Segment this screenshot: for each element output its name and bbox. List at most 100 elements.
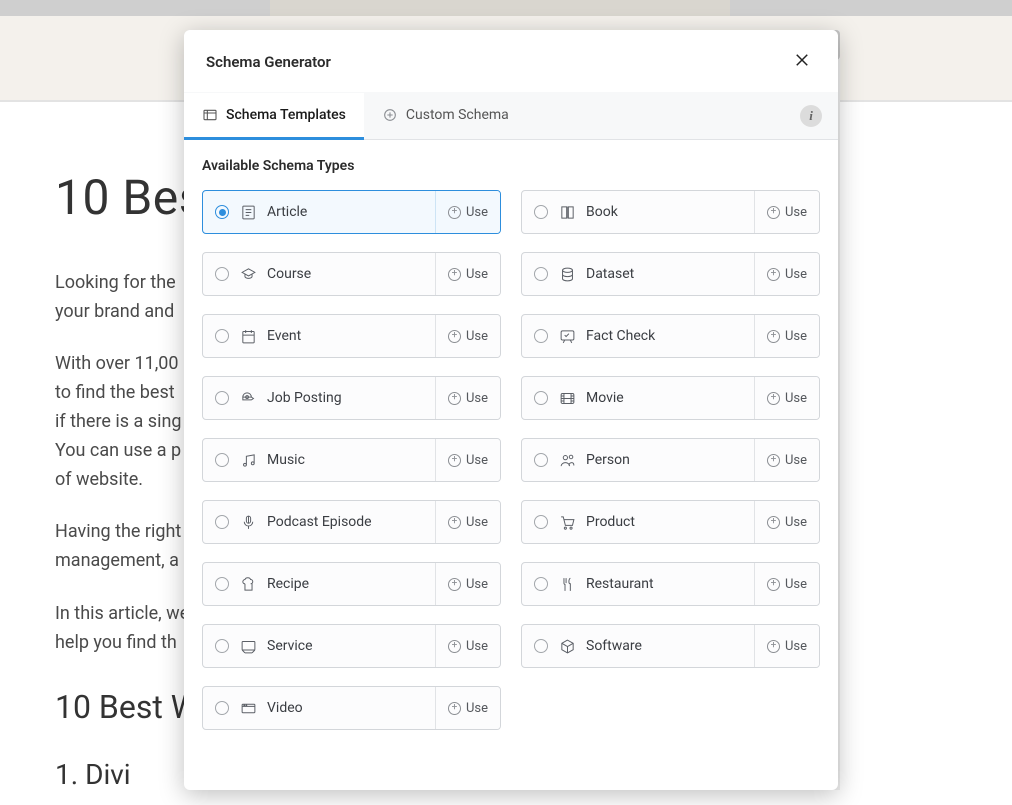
product-icon [558,513,576,531]
schema-card-software: SoftwareUse [521,624,820,668]
modal-title: Schema Generator [206,53,331,71]
video-icon [239,699,257,717]
plus-circle-icon [767,392,780,405]
bg-text: if there is a sing [55,411,182,432]
plus-circle-icon [448,454,461,467]
tab-label: Schema Templates [226,107,346,123]
use-button-product[interactable]: Use [754,501,819,543]
event-icon [239,327,257,345]
schema-select-factcheck[interactable]: Fact Check [522,315,754,357]
bg-text: to find the best [55,382,175,403]
use-button-movie[interactable]: Use [754,377,819,419]
plus-circle-icon [448,268,461,281]
plus-circle-icon [767,578,780,591]
info-icon: i [809,108,813,124]
schema-card-job: Job Posting Use [202,376,501,420]
use-button-factcheck[interactable]: Use [754,315,819,357]
schema-card-music: Music Use [202,438,501,482]
schema-select-podcast[interactable]: Podcast Episode [203,501,435,543]
use-button-course[interactable]: Use [435,253,500,295]
radio-icon [215,453,229,467]
radio-icon [215,391,229,405]
schema-select-course[interactable]: Course [203,253,435,295]
plus-circle-icon [767,454,780,467]
use-button-job[interactable]: Use [435,377,500,419]
modal-body: Available Schema Types ArticleUseBookUse… [184,140,838,790]
use-button-book[interactable]: Use [754,191,819,233]
schema-grid: ArticleUseBookUseCourseUseDatasetUseEven… [202,190,820,730]
schema-select-video[interactable]: Video [203,687,435,729]
use-button-software[interactable]: Use [754,625,819,667]
schema-select-software[interactable]: Software [522,625,754,667]
bg-text: With over 11,00 [55,353,178,374]
schema-select-person[interactable]: Person [522,439,754,481]
close-icon [793,51,811,73]
radio-icon [534,205,548,219]
plus-circle-icon [767,640,780,653]
factcheck-icon [558,327,576,345]
schema-select-recipe[interactable]: Recipe [203,563,435,605]
radio-icon [534,267,548,281]
plus-circle-icon [767,330,780,343]
schema-select-product[interactable]: Product [522,501,754,543]
dataset-icon [558,265,576,283]
schema-card-podcast: Podcast EpisodeUse [202,500,501,544]
use-label: Use [785,453,807,468]
use-button-person[interactable]: Use [754,439,819,481]
tab-schema-templates[interactable]: Schema Templates [184,93,364,140]
close-button[interactable] [788,48,816,76]
plus-circle-icon [767,268,780,281]
schema-select-restaurant[interactable]: Restaurant [522,563,754,605]
tab-custom-schema[interactable]: Custom Schema [364,93,527,140]
use-button-video[interactable]: Use [435,687,500,729]
schema-label: Movie [586,390,624,406]
schema-card-product: ProductUse [521,500,820,544]
schema-label: Restaurant [586,576,654,592]
use-button-restaurant[interactable]: Use [754,563,819,605]
schema-select-music[interactable]: Music [203,439,435,481]
use-button-podcast[interactable]: Use [435,501,500,543]
schema-card-service: Service Use [202,624,501,668]
use-button-dataset[interactable]: Use [754,253,819,295]
radio-icon [215,205,229,219]
use-button-event[interactable]: Use [435,315,500,357]
schema-label: Service [267,638,313,654]
info-button[interactable]: i [800,105,822,127]
music-icon [239,451,257,469]
use-label: Use [466,577,488,592]
schema-select-job[interactable]: Job Posting [203,377,435,419]
schema-select-article[interactable]: Article [203,191,435,233]
bg-text: You can use a p [55,440,181,461]
bg-text: help you find th [55,632,177,653]
schema-select-dataset[interactable]: Dataset [522,253,754,295]
schema-select-movie[interactable]: Movie [522,377,754,419]
use-button-service[interactable]: Use [435,625,500,667]
use-button-recipe[interactable]: Use [435,563,500,605]
schema-label: Job Posting [267,390,342,406]
plus-circle-icon [448,392,461,405]
bg-text: Having the right [55,521,181,542]
use-button-article[interactable]: Use [435,191,500,233]
use-label: Use [785,205,807,220]
plus-circle-icon [767,206,780,219]
use-label: Use [785,329,807,344]
use-label: Use [466,267,488,282]
use-button-music[interactable]: Use [435,439,500,481]
bg-text: management, a [55,550,179,571]
plus-circle-icon [448,516,461,529]
movie-icon [558,389,576,407]
schema-label: Dataset [586,266,634,282]
schema-select-service[interactable]: Service [203,625,435,667]
schema-label: Music [267,452,305,468]
radio-icon [215,577,229,591]
use-label: Use [466,639,488,654]
schema-card-restaurant: Restaurant Use [521,562,820,606]
use-label: Use [466,205,488,220]
schema-select-event[interactable]: Event [203,315,435,357]
tab-label: Custom Schema [406,107,509,123]
radio-icon [215,329,229,343]
service-icon [239,637,257,655]
schema-select-book[interactable]: Book [522,191,754,233]
radio-icon [215,267,229,281]
radio-icon [215,639,229,653]
